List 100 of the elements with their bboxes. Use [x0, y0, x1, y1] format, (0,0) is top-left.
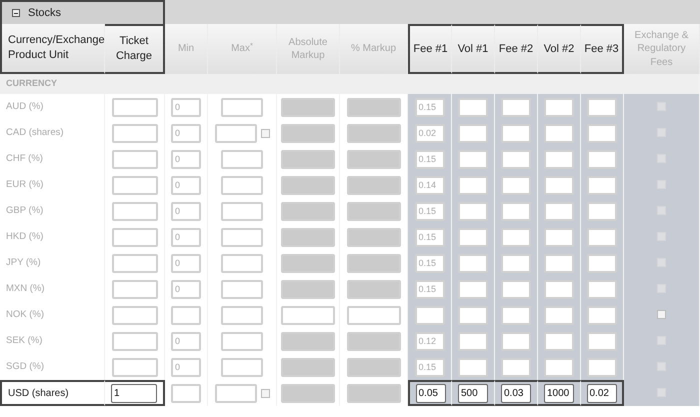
- input-field[interactable]: [346, 306, 400, 324]
- input-field[interactable]: 0.14: [414, 176, 444, 194]
- input-field[interactable]: 0.05: [416, 384, 446, 402]
- input-field[interactable]: [458, 150, 488, 168]
- input-field[interactable]: [587, 176, 617, 194]
- input-field[interactable]: 0.15: [414, 98, 444, 116]
- input-field[interactable]: [544, 150, 574, 168]
- input-field[interactable]: [458, 202, 488, 220]
- input-field[interactable]: [501, 202, 531, 220]
- input-field[interactable]: [587, 124, 617, 142]
- input-field[interactable]: [544, 306, 574, 324]
- input-field[interactable]: [501, 150, 531, 168]
- checkbox[interactable]: [260, 388, 270, 398]
- input-field[interactable]: 0.02: [414, 124, 444, 142]
- input-field[interactable]: 0.02: [586, 384, 616, 402]
- input-field[interactable]: [458, 228, 488, 246]
- input-field[interactable]: [544, 254, 574, 272]
- input-field[interactable]: 1000: [544, 384, 574, 402]
- input-field[interactable]: [501, 228, 531, 246]
- input-field[interactable]: [544, 124, 574, 142]
- input-field[interactable]: 0.15: [414, 358, 444, 376]
- input-field[interactable]: [501, 358, 531, 376]
- input-field[interactable]: [221, 150, 263, 168]
- input-field[interactable]: 0: [171, 202, 201, 220]
- input-field[interactable]: [214, 124, 256, 142]
- input-field[interactable]: [544, 202, 574, 220]
- input-field[interactable]: 0.15: [414, 228, 444, 246]
- input-field[interactable]: [458, 254, 488, 272]
- input-field[interactable]: [112, 280, 158, 298]
- input-field[interactable]: [587, 280, 617, 298]
- input-field[interactable]: [112, 98, 158, 116]
- input-field[interactable]: 0: [171, 358, 201, 376]
- input-field[interactable]: 0.12: [414, 332, 444, 350]
- input-field[interactable]: [112, 254, 158, 272]
- input-field[interactable]: [587, 98, 617, 116]
- input-field[interactable]: 0: [171, 228, 201, 246]
- input-field[interactable]: [112, 202, 158, 220]
- input-field[interactable]: 0: [171, 176, 201, 194]
- input-field[interactable]: [221, 280, 263, 298]
- input-field[interactable]: [587, 228, 617, 246]
- input-field[interactable]: [587, 332, 617, 350]
- input-field[interactable]: 1: [111, 384, 157, 402]
- input-field[interactable]: [501, 306, 531, 324]
- input-field[interactable]: [112, 358, 158, 376]
- input-field[interactable]: [501, 332, 531, 350]
- input-field[interactable]: [587, 358, 617, 376]
- input-field[interactable]: [587, 202, 617, 220]
- input-field[interactable]: [112, 332, 158, 350]
- input-field[interactable]: [171, 384, 201, 402]
- input-field[interactable]: [458, 124, 488, 142]
- input-field[interactable]: [458, 332, 488, 350]
- input-field[interactable]: [112, 306, 158, 324]
- input-field[interactable]: [501, 280, 531, 298]
- input-field[interactable]: 0.03: [501, 384, 531, 402]
- input-field[interactable]: 0.15: [414, 150, 444, 168]
- input-field[interactable]: [458, 98, 488, 116]
- input-field[interactable]: [458, 306, 488, 324]
- input-field[interactable]: [544, 98, 574, 116]
- input-field[interactable]: [281, 306, 335, 324]
- input-field[interactable]: [587, 254, 617, 272]
- input-field[interactable]: [112, 228, 158, 246]
- input-field[interactable]: [221, 228, 263, 246]
- input-field[interactable]: 0.15: [414, 280, 444, 298]
- input-field[interactable]: [221, 202, 263, 220]
- input-field[interactable]: 0: [171, 124, 201, 142]
- input-field[interactable]: [221, 358, 263, 376]
- input-field[interactable]: [501, 254, 531, 272]
- collapse-icon[interactable]: [12, 9, 20, 17]
- input-field[interactable]: 0: [171, 98, 201, 116]
- input-field[interactable]: [214, 384, 256, 402]
- input-field[interactable]: [501, 124, 531, 142]
- input-field[interactable]: 0.15: [414, 202, 444, 220]
- input-field[interactable]: [221, 254, 263, 272]
- input-field[interactable]: 0: [171, 254, 201, 272]
- input-field[interactable]: [544, 176, 574, 194]
- input-field[interactable]: [221, 306, 263, 324]
- input-field[interactable]: [544, 332, 574, 350]
- checkbox[interactable]: [657, 310, 666, 320]
- input-field[interactable]: [544, 228, 574, 246]
- input-field[interactable]: [112, 150, 158, 168]
- input-field[interactable]: 500: [458, 384, 488, 402]
- input-field[interactable]: [544, 358, 574, 376]
- input-field[interactable]: 0.15: [414, 254, 444, 272]
- input-field[interactable]: [221, 176, 263, 194]
- input-field[interactable]: [458, 280, 488, 298]
- input-field[interactable]: 0: [171, 280, 201, 298]
- input-field[interactable]: [414, 306, 444, 324]
- input-field[interactable]: [458, 176, 488, 194]
- checkbox[interactable]: [260, 128, 270, 138]
- input-field[interactable]: [587, 150, 617, 168]
- input-field[interactable]: [221, 98, 263, 116]
- input-field[interactable]: [458, 358, 488, 376]
- input-field[interactable]: 0: [171, 332, 201, 350]
- input-field[interactable]: [587, 306, 617, 324]
- input-field[interactable]: [221, 332, 263, 350]
- input-field[interactable]: [171, 306, 201, 324]
- input-field[interactable]: 0: [171, 150, 201, 168]
- input-field[interactable]: [501, 98, 531, 116]
- input-field[interactable]: [544, 280, 574, 298]
- input-field[interactable]: [501, 176, 531, 194]
